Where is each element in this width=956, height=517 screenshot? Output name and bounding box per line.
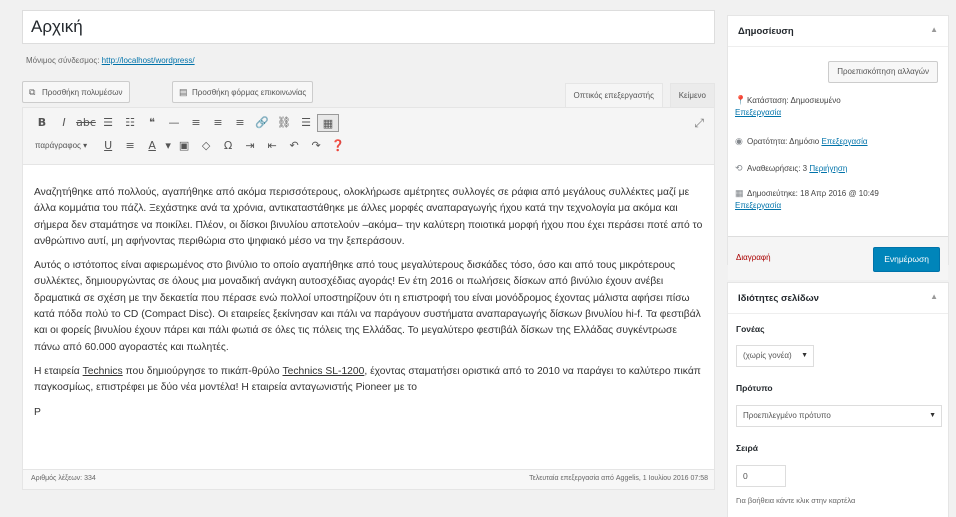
form-icon: ▤ bbox=[179, 87, 188, 97]
toolbar-row-2: παράγραφος ▾ U ≡ A ▾ ▣ ◇ Ω ⇥ ⇤ ↶ ↷ ❓ bbox=[31, 137, 349, 155]
publish-box: Δημοσίευση ▲ Προεπισκόπηση αλλαγών 📍Κατά… bbox=[727, 15, 949, 280]
add-form-label: Προσθήκη φόρμας επικοινωνίας bbox=[192, 88, 307, 97]
visibility-row: ◉ Ορατότητα: Δημόσιο Επεξεργασία bbox=[735, 135, 940, 148]
add-media-button[interactable]: ⧉ Προσθήκη πολυμέσων bbox=[22, 81, 130, 103]
special-character-icon[interactable]: Ω bbox=[217, 137, 239, 155]
word-count: Αριθμός λέξεων: 334 bbox=[31, 475, 96, 482]
unlink-icon[interactable]: ⛓ bbox=[273, 114, 295, 132]
chevron-down-icon: ▼ bbox=[929, 412, 936, 419]
published-date-edit-link[interactable]: Επεξεργασία bbox=[735, 201, 781, 210]
last-edited: Τελευταία επεξεργασία από Aggelis, 1 Ιου… bbox=[529, 475, 708, 482]
toolbar-row-1: B I abc ☰ ☷ ❝ — ≡ ≡ ≡ 🔗 ⛓ ☰ ▦ bbox=[31, 114, 339, 132]
italic-icon[interactable]: I bbox=[53, 114, 75, 132]
revisions-icon: ⟲ bbox=[735, 163, 743, 173]
indent-icon[interactable]: ⇥ bbox=[239, 137, 261, 155]
wp-edit-page: { "post": { "title": "Αρχική", "permalin… bbox=[0, 0, 956, 517]
link-icon[interactable]: 🔗 bbox=[251, 114, 273, 132]
revisions-row: ⟲ Αναθεωρήσεις: 3 Περιήγηση bbox=[735, 162, 940, 175]
permalink-label: Μόνιμος σύνδεσμος: bbox=[26, 56, 100, 65]
permalink-row: Μόνιμος σύνδεσμος: http://localhost/word… bbox=[22, 56, 715, 65]
underline-icon[interactable]: U bbox=[97, 137, 119, 155]
title-input[interactable] bbox=[22, 10, 715, 44]
pin-icon: 📍 bbox=[735, 95, 747, 105]
editor-toolbar: B I abc ☰ ☷ ❝ — ≡ ≡ ≡ 🔗 ⛓ ☰ ▦ παράγραφος… bbox=[23, 108, 714, 165]
template-label: Πρότυπο bbox=[736, 383, 773, 393]
technics-link[interactable]: Technics bbox=[83, 366, 123, 377]
content-paragraph-4: P bbox=[34, 406, 41, 418]
clear-formatting-icon[interactable]: ◇ bbox=[195, 137, 217, 155]
content-paragraph-2: Αυτός ο ιστότοπος είναι αφιερωμένος στο … bbox=[34, 260, 701, 353]
order-input[interactable] bbox=[736, 465, 786, 487]
revisions-text: Αναθεωρήσεις: 3 bbox=[747, 164, 808, 173]
media-buttons-row: ⧉ Προσθήκη πολυμέσων ▤ Προσθήκη φόρμας επι… bbox=[22, 81, 715, 107]
eye-icon: ◉ bbox=[735, 136, 743, 146]
publish-box-header[interactable]: Δημοσίευση ▲ bbox=[728, 16, 948, 47]
undo-icon[interactable]: ↶ bbox=[283, 137, 305, 155]
template-select-value: Προεπιλεγμένο πρότυπο bbox=[743, 411, 831, 420]
visibility-edit-link[interactable]: Επεξεργασία bbox=[821, 137, 867, 146]
strikethrough-icon[interactable]: abc bbox=[75, 114, 97, 132]
media-icon: ⧉ bbox=[29, 87, 36, 97]
page-attributes-title: Ιδιότητες σελίδων bbox=[738, 293, 819, 304]
align-right-icon[interactable]: ≡ bbox=[229, 114, 251, 132]
tab-visual[interactable]: Οπτικός επεξεργαστής bbox=[564, 83, 663, 107]
justify-icon[interactable]: ≡ bbox=[119, 137, 141, 155]
collapse-icon[interactable]: ▲ bbox=[930, 292, 938, 301]
help-text: Για βοήθεια κάντε κλικ στην καρτέλα bbox=[736, 496, 856, 505]
parent-select[interactable]: (χωρίς γονέα) ▼ bbox=[736, 345, 814, 367]
content-paragraph-1: Αναζητήθηκε από πολλούς, αγαπήθηκε από α… bbox=[34, 187, 703, 247]
outdent-icon[interactable]: ⇤ bbox=[261, 137, 283, 155]
technics-sl1200-link[interactable]: Technics SL-1200 bbox=[283, 366, 365, 377]
template-select[interactable]: Προεπιλεγμένο πρότυπο ▼ bbox=[736, 405, 942, 427]
align-left-icon[interactable]: ≡ bbox=[185, 114, 207, 132]
collapse-icon[interactable]: ▲ bbox=[930, 25, 938, 34]
page-attributes-box: Ιδιότητες σελίδων ▲ Γονέας (χωρίς γονέα)… bbox=[727, 282, 949, 517]
format-select[interactable]: παράγραφος ▾ bbox=[31, 137, 91, 155]
chevron-down-icon: ▼ bbox=[801, 352, 808, 359]
editor-statusbar: Αριθμός λέξεων: 334 Τελευταία επεξεργασί… bbox=[23, 469, 714, 489]
permalink-link[interactable]: http://localhost/wordpress/ bbox=[102, 56, 195, 65]
parent-select-value: (χωρίς γονέα) bbox=[743, 351, 792, 360]
main-column: Μόνιμος σύνδεσμος: http://localhost/word… bbox=[22, 10, 715, 490]
bold-icon[interactable]: B bbox=[31, 114, 53, 132]
add-contact-form-button[interactable]: ▤ Προσθήκη φόρμας επικοινωνίας bbox=[172, 81, 314, 103]
read-more-icon[interactable]: ☰ bbox=[295, 114, 317, 132]
help-icon[interactable]: ❓ bbox=[327, 137, 349, 155]
parent-label: Γονέας bbox=[736, 324, 765, 334]
editor: B I abc ☰ ☷ ❝ — ≡ ≡ ≡ 🔗 ⛓ ☰ ▦ παράγραφος… bbox=[22, 107, 715, 490]
publish-actions: Διαγραφή Ενημέρωση bbox=[728, 236, 948, 280]
blockquote-icon[interactable]: ❝ bbox=[141, 114, 163, 132]
published-date-text: Δημοσιεύτηκε: 18 Απρ 2016 @ 10:49 bbox=[747, 189, 879, 198]
visibility-text: Ορατότητα: Δημόσιο bbox=[747, 137, 820, 146]
horizontal-line-icon[interactable]: — bbox=[163, 114, 185, 132]
update-button[interactable]: Ενημέρωση bbox=[873, 247, 940, 272]
trash-link[interactable]: Διαγραφή bbox=[736, 253, 771, 262]
toolbar-toggle-icon[interactable]: ▦ bbox=[317, 114, 339, 132]
numbered-list-icon[interactable]: ☷ bbox=[119, 114, 141, 132]
status-edit-link[interactable]: Επεξεργασία bbox=[735, 108, 781, 117]
paste-text-icon[interactable]: ▣ bbox=[173, 137, 195, 155]
editor-content[interactable]: Αναζητήθηκε από πολλούς, αγαπήθηκε από α… bbox=[23, 165, 714, 469]
status-row: 📍Κατάσταση: Δημοσιευμένο Επεξεργασία bbox=[735, 94, 940, 119]
p3-mid: που δημιούργησε το πικάπ-θρύλο bbox=[122, 365, 283, 377]
order-label: Σειρά bbox=[736, 443, 758, 453]
revisions-browse-link[interactable]: Περιήγηση bbox=[809, 164, 847, 173]
preview-changes-button[interactable]: Προεπισκόπηση αλλαγών bbox=[828, 61, 938, 83]
calendar-icon: ▦ bbox=[735, 188, 744, 198]
bullet-list-icon[interactable]: ☰ bbox=[97, 114, 119, 132]
align-center-icon[interactable]: ≡ bbox=[207, 114, 229, 132]
publish-box-title: Δημοσίευση bbox=[738, 26, 794, 37]
add-media-label: Προσθήκη πολυμέσων bbox=[42, 88, 123, 97]
text-color-icon[interactable]: A bbox=[141, 137, 163, 155]
content-paragraph-3: Η εταιρεία Technics που δημιούργησε το π… bbox=[34, 364, 703, 397]
tab-text[interactable]: Κείμενο bbox=[669, 83, 715, 107]
page-attributes-header[interactable]: Ιδιότητες σελίδων ▲ bbox=[728, 283, 948, 314]
fullscreen-icon[interactable]: ⤢ bbox=[694, 116, 704, 131]
status-text: Κατάσταση: Δημοσιευμένο bbox=[747, 96, 841, 105]
redo-icon[interactable]: ↷ bbox=[305, 137, 327, 155]
p3-pre: Η εταιρεία bbox=[34, 365, 83, 377]
text-color-dropdown-icon[interactable]: ▾ bbox=[163, 137, 173, 155]
published-date-row: ▦ Δημοσιεύτηκε: 18 Απρ 2016 @ 10:49 Επεξε… bbox=[735, 187, 940, 212]
